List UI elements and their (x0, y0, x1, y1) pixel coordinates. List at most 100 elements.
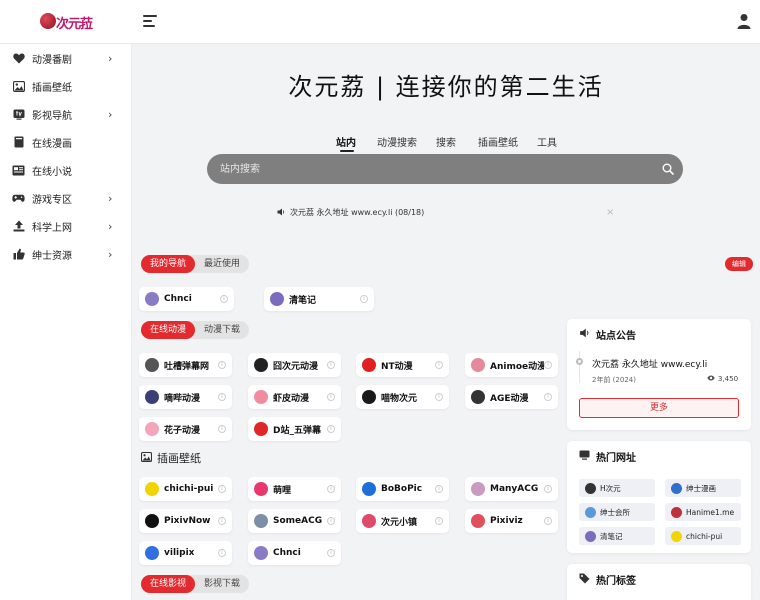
site-card[interactable]: 嘀哔动漫 i (139, 385, 232, 409)
info-icon[interactable]: i (435, 393, 443, 401)
hot-site-link[interactable]: chichi-pui (665, 527, 741, 545)
site-card[interactable]: chichi-pui i (139, 477, 232, 501)
hot-site-link[interactable]: 清笔记 (579, 527, 655, 545)
site-card[interactable]: BoBoPic i (356, 477, 449, 501)
hot-site-link[interactable]: 绅士会所 (579, 503, 655, 521)
site-logo-icon (145, 292, 159, 306)
site-card[interactable]: 喵物次元 i (356, 385, 449, 409)
tab-search[interactable]: 搜索 (436, 134, 456, 149)
sidebar-item-gentleman[interactable]: 绅士资源 › (0, 240, 132, 268)
site-card[interactable]: 囧次元动漫 i (248, 353, 341, 377)
info-icon[interactable]: i (435, 485, 443, 493)
info-icon[interactable]: i (327, 425, 335, 433)
more-button[interactable]: 更多 (579, 398, 739, 418)
site-card[interactable]: 萌哩 i (248, 477, 341, 501)
panel-heading: 热门标签 (579, 572, 636, 587)
tab-anime-search[interactable]: 动漫搜索 (377, 134, 417, 149)
sidebar-item-anime[interactable]: 动漫番剧 › (0, 44, 132, 72)
site-card[interactable]: D站_五弹幕 i (248, 417, 341, 441)
logo-text: 次元菈 (56, 17, 93, 32)
site-card[interactable]: AGE动漫 i (465, 385, 558, 409)
hot-site-link[interactable]: H次元 (579, 479, 655, 497)
heart-icon (12, 52, 25, 65)
site-card[interactable]: NT动漫 i (356, 353, 449, 377)
tab-online-video[interactable]: 在线影视 (141, 575, 196, 593)
info-icon[interactable]: i (544, 517, 552, 525)
info-icon[interactable]: i (218, 485, 226, 493)
site-card-label: Pixiviz (490, 516, 523, 526)
site-card[interactable]: Chnci i (248, 541, 341, 565)
site-card-label: chichi-pui (164, 484, 214, 494)
view-count: 3,450 (707, 375, 738, 383)
sidebar: 动漫番剧 › 插画壁纸 影视导航 › 在线漫画 在线小说 游戏专区 › 科学上网… (0, 44, 132, 600)
site-card[interactable]: 清笔记 i (264, 287, 374, 311)
anime-tabs: 在线动漫 动漫下载 (141, 321, 250, 339)
site-logo-icon (145, 546, 159, 560)
top-bar: 次元菈 (0, 0, 760, 44)
hot-site-link[interactable]: 绅士漫画 (665, 479, 741, 497)
notice-text: 次元荔 永久地址 www.ecy.li (08/18) (290, 208, 425, 217)
search-icon[interactable] (662, 163, 674, 175)
logo-emblem (40, 13, 56, 29)
user-icon[interactable] (737, 13, 751, 29)
info-icon[interactable]: i (544, 393, 552, 401)
info-icon[interactable]: i (218, 517, 226, 525)
info-icon[interactable]: i (218, 549, 226, 557)
info-icon[interactable]: i (327, 549, 335, 557)
info-icon[interactable]: i (435, 517, 443, 525)
info-icon[interactable]: i (218, 425, 226, 433)
info-icon[interactable]: i (218, 361, 226, 369)
tab-anime-download[interactable]: 动漫下载 (195, 321, 249, 339)
site-card-label: AGE动漫 (490, 393, 529, 404)
tab-video-download[interactable]: 影视下载 (195, 575, 249, 593)
info-icon[interactable]: i (360, 295, 368, 303)
close-icon[interactable]: × (606, 207, 614, 218)
info-icon[interactable]: i (544, 361, 552, 369)
site-logo[interactable]: 次元菈 (38, 9, 93, 35)
site-card[interactable]: 虾皮动漫 i (248, 385, 341, 409)
site-card[interactable]: Chnci i (139, 287, 234, 311)
site-card-label: vilipix (164, 548, 195, 558)
announcement-title[interactable]: 次元荔 永久地址 www.ecy.li (592, 357, 707, 370)
info-icon[interactable]: i (220, 295, 228, 303)
info-icon[interactable]: i (218, 393, 226, 401)
info-icon[interactable]: i (544, 485, 552, 493)
tab-tools[interactable]: 工具 (537, 134, 557, 149)
sidebar-item-novel[interactable]: 在线小说 (0, 156, 132, 184)
tab-my-nav[interactable]: 我的导航 (141, 255, 196, 273)
info-icon[interactable]: i (327, 517, 335, 525)
tab-recent[interactable]: 最近使用 (195, 255, 249, 273)
notice-bar[interactable]: 次元荔 永久地址 www.ecy.li (08/18) (277, 207, 424, 218)
tab-site[interactable]: 站内 (336, 134, 356, 149)
search-input[interactable] (207, 154, 647, 184)
site-logo-icon (471, 482, 485, 496)
site-card[interactable]: Pixiviz i (465, 509, 558, 533)
sidebar-item-manga[interactable]: 在线漫画 (0, 128, 132, 156)
info-icon[interactable]: i (327, 485, 335, 493)
site-card[interactable]: PixivNow i (139, 509, 232, 533)
hot-site-link[interactable]: Hanime1.me (665, 503, 741, 521)
sidebar-item-video[interactable]: 影视导航 › (0, 100, 132, 128)
site-card[interactable]: 花子动漫 i (139, 417, 232, 441)
site-card[interactable]: 吐槽弹幕网 i (139, 353, 232, 377)
info-icon[interactable]: i (435, 361, 443, 369)
edit-button[interactable]: 编辑 (725, 257, 753, 271)
menu-toggle-icon[interactable] (143, 15, 157, 28)
my-nav-tabs: 我的导航 最近使用 (141, 255, 250, 273)
site-card[interactable]: SomeACG i (248, 509, 341, 533)
sidebar-item-games[interactable]: 游戏专区 › (0, 184, 132, 212)
gamepad-icon (12, 192, 25, 205)
site-card[interactable]: Animoe动漫 i (465, 353, 558, 377)
tab-online-anime[interactable]: 在线动漫 (141, 321, 196, 339)
site-card[interactable]: 次元小镇 i (356, 509, 449, 533)
sidebar-item-illustration[interactable]: 插画壁纸 (0, 72, 132, 100)
site-logo-icon (671, 530, 682, 542)
panel-heading: 热门网址 (579, 449, 636, 464)
info-icon[interactable]: i (327, 361, 335, 369)
chevron-right-icon: › (108, 247, 113, 261)
info-icon[interactable]: i (327, 393, 335, 401)
tab-illustration[interactable]: 插画壁纸 (478, 134, 518, 149)
site-card[interactable]: vilipix i (139, 541, 232, 565)
sidebar-item-vpn[interactable]: 科学上网 › (0, 212, 132, 240)
site-card[interactable]: ManyACG i (465, 477, 558, 501)
